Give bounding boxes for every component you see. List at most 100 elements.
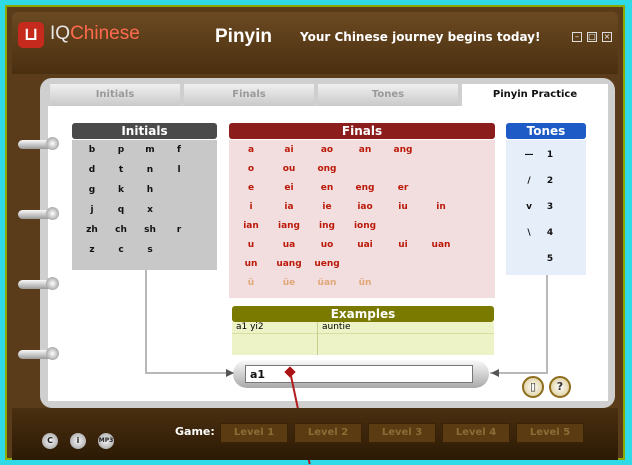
initial-cell[interactable]: ch xyxy=(111,225,131,235)
final-cell[interactable]: ou xyxy=(272,164,306,174)
initial-cell[interactable]: c xyxy=(111,245,131,255)
connector-line xyxy=(546,275,548,372)
tab-initials[interactable]: Initials xyxy=(50,84,180,106)
logo-text: IQChinese xyxy=(50,23,140,44)
final-cell[interactable]: i xyxy=(234,202,268,212)
table-row: a1 yi2 auntie xyxy=(232,322,494,334)
final-cell[interactable]: ang xyxy=(386,145,420,155)
game-label: Game: xyxy=(175,425,215,438)
final-cell[interactable]: iu xyxy=(386,202,420,212)
document-button[interactable]: ▯ xyxy=(522,376,544,398)
final-cell[interactable]: uo xyxy=(310,240,344,250)
final-cell[interactable]: ün xyxy=(348,278,382,288)
final-cell[interactable]: ian xyxy=(234,221,268,231)
examples-table: a1 yi2 auntie xyxy=(232,322,494,355)
level-3-button[interactable]: Level 3 xyxy=(368,423,436,443)
tones-grid: — 1 / 2 v 3 \ 4 5 xyxy=(506,140,586,275)
binder-ring xyxy=(18,277,59,290)
final-cell[interactable]: ui xyxy=(386,240,420,250)
tone-number: 2 xyxy=(546,176,554,186)
final-cell[interactable]: ueng xyxy=(310,259,344,269)
initial-cell[interactable]: d xyxy=(82,165,102,175)
level-1-button[interactable]: Level 1 xyxy=(220,423,288,443)
pinyin-input[interactable]: a1 xyxy=(245,365,473,383)
binder-ring xyxy=(18,207,59,220)
examples-header: Examples xyxy=(232,306,494,322)
initial-cell[interactable]: zh xyxy=(82,225,102,235)
initial-cell[interactable]: l xyxy=(169,165,189,175)
initial-cell[interactable]: r xyxy=(169,225,189,235)
final-cell[interactable]: eng xyxy=(348,183,382,193)
final-cell[interactable]: ai xyxy=(272,145,306,155)
initial-cell[interactable]: q xyxy=(111,205,131,215)
initial-cell[interactable]: k xyxy=(111,185,131,195)
tone-number: 3 xyxy=(546,202,554,212)
final-cell[interactable]: uan xyxy=(424,240,458,250)
app-title: Pinyin xyxy=(215,26,273,47)
help-icon: ? xyxy=(556,380,564,393)
level-2-button[interactable]: Level 2 xyxy=(294,423,362,443)
initial-cell[interactable]: t xyxy=(111,165,131,175)
tone-mark[interactable]: v xyxy=(520,202,538,212)
final-cell[interactable]: uai xyxy=(348,240,382,250)
connector-line xyxy=(145,270,147,373)
app-subtitle: Your Chinese journey begins today! xyxy=(300,30,541,44)
level-5-button[interactable]: Level 5 xyxy=(516,423,584,443)
initial-cell[interactable]: p xyxy=(111,145,131,155)
mp3-button[interactable]: MP3 xyxy=(98,433,114,449)
final-cell[interactable]: uang xyxy=(272,259,306,269)
final-cell[interactable]: üan xyxy=(310,278,344,288)
final-cell[interactable]: a xyxy=(234,145,268,155)
binder-ring xyxy=(18,347,59,360)
final-cell[interactable]: ie xyxy=(310,202,344,212)
initial-cell[interactable]: x xyxy=(140,205,160,215)
final-cell[interactable]: un xyxy=(234,259,268,269)
c-button[interactable]: C xyxy=(42,433,58,449)
initial-cell[interactable]: z xyxy=(82,245,102,255)
final-cell[interactable]: üe xyxy=(272,278,306,288)
maximize-icon[interactable]: □ xyxy=(587,32,597,42)
initial-cell[interactable]: b xyxy=(82,145,102,155)
level-4-button[interactable]: Level 4 xyxy=(442,423,510,443)
example-pinyin: a1 yi2 xyxy=(236,322,264,332)
final-cell[interactable]: iong xyxy=(348,221,382,231)
tone-number: 5 xyxy=(546,254,554,264)
final-cell[interactable]: ing xyxy=(310,221,344,231)
final-cell[interactable]: iao xyxy=(348,202,382,212)
document-icon: ▯ xyxy=(529,380,537,393)
tab-pinyin-practice[interactable]: Pinyin Practice xyxy=(462,84,608,106)
initial-cell[interactable]: m xyxy=(140,145,160,155)
close-icon[interactable]: × xyxy=(602,32,612,42)
final-cell[interactable]: e xyxy=(234,183,268,193)
tone-mark[interactable]: \ xyxy=(520,228,538,238)
initial-cell[interactable]: g xyxy=(82,185,102,195)
final-cell[interactable]: ong xyxy=(310,164,344,174)
final-cell[interactable]: en xyxy=(310,183,344,193)
tab-tones[interactable]: Tones xyxy=(318,84,458,106)
initial-cell[interactable]: f xyxy=(169,145,189,155)
final-cell[interactable]: ü xyxy=(234,278,268,288)
final-cell[interactable]: an xyxy=(348,145,382,155)
initial-cell[interactable]: n xyxy=(140,165,160,175)
final-cell[interactable]: u xyxy=(234,240,268,250)
minimize-icon[interactable]: – xyxy=(572,32,582,42)
help-button[interactable]: ? xyxy=(549,376,571,398)
finals-header: Finals xyxy=(229,123,495,139)
final-cell[interactable]: ei xyxy=(272,183,306,193)
initial-cell[interactable]: j xyxy=(82,205,102,215)
initial-cell[interactable]: h xyxy=(140,185,160,195)
final-cell[interactable]: ua xyxy=(272,240,306,250)
final-cell[interactable]: er xyxy=(386,183,420,193)
initial-cell[interactable]: sh xyxy=(140,225,160,235)
final-cell[interactable]: ia xyxy=(272,202,306,212)
info-button[interactable]: i xyxy=(70,433,86,449)
tab-finals[interactable]: Finals xyxy=(184,84,314,106)
final-cell[interactable]: iang xyxy=(272,221,306,231)
final-cell[interactable]: o xyxy=(234,164,268,174)
tone-mark[interactable]: / xyxy=(520,176,538,186)
final-cell[interactable]: in xyxy=(424,202,458,212)
tone-mark[interactable]: — xyxy=(520,150,538,160)
final-cell[interactable]: ao xyxy=(310,145,344,155)
initial-cell[interactable]: s xyxy=(140,245,160,255)
finals-grid: a ai ao an ang o ou ong e ei en eng er i ia ie iao iu in ia… xyxy=(229,140,495,298)
